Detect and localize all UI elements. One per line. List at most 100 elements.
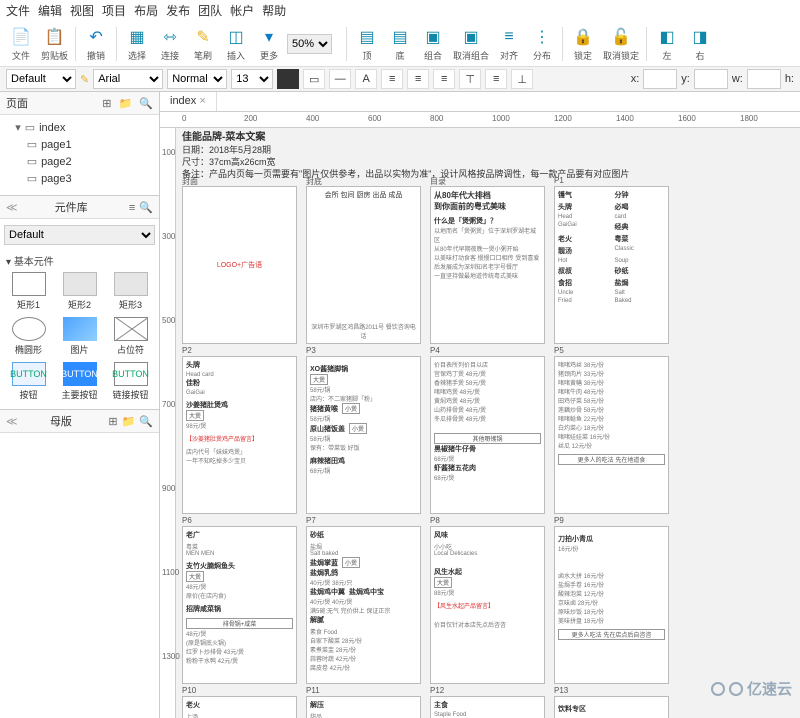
tree-page1[interactable]: ▭ page1 xyxy=(4,136,155,153)
canvas-tab-index[interactable]: index × xyxy=(160,92,217,111)
tree-root[interactable]: ▾▭ index xyxy=(4,119,155,136)
menu-publish[interactable]: 发布 xyxy=(166,2,190,19)
tool-align[interactable]: ≡对齐 xyxy=(494,26,524,62)
wireframe-card[interactable]: 价目表所列价目以店宫保鸡丁煲 48元/煲香辣猪手煲 58元/煲啫啫鸡煲 48元/… xyxy=(430,356,545,514)
align-left-btn[interactable]: ≡ xyxy=(381,69,403,89)
tool-dist[interactable]: ⋮分布 xyxy=(527,26,557,62)
tool-right[interactable]: ◨右 xyxy=(685,26,715,62)
menu-account[interactable]: 帐户 xyxy=(230,2,254,19)
wireframe-card[interactable]: 老广粤菜MEN MEN支竹火腩焖鱼头大煲48元/煲原价(在店内食)招牌咸菜锅排骨… xyxy=(182,526,297,684)
pos-x-input[interactable] xyxy=(643,69,677,89)
paint-icon[interactable]: ✎ xyxy=(80,73,89,86)
border-color-btn[interactable]: ▭ xyxy=(303,69,325,89)
menu-file[interactable]: 文件 xyxy=(6,2,30,19)
tool-more[interactable]: ▾更多 xyxy=(254,26,284,62)
tool-undo[interactable]: ↶撤销 xyxy=(81,26,111,62)
wireframe-card[interactable]: 头牌Head card佳粉GaiGai沙姜猪肚煲鸡大煲98元/煲【沙姜猪肚煲鸡产… xyxy=(182,356,297,514)
pos-y-input[interactable] xyxy=(694,69,728,89)
add-folder-icon[interactable]: 📁 xyxy=(119,98,133,110)
pages-panel-header: 页面 ⊞ 📁 🔍 xyxy=(0,92,159,115)
lib-item[interactable]: BUTTON链接按钮 xyxy=(106,360,155,403)
dock-right-icon: ◨ xyxy=(687,26,713,48)
align-right-btn[interactable]: ≡ xyxy=(433,69,455,89)
wireframe-card[interactable]: 风味小小吃Local Delicacies风生水起大煲88元/煲【风生水起产品留… xyxy=(430,526,545,684)
wireframe-card[interactable]: 从80年代大排档到你面前的粤式美味什么是「煲粥煲」？以地而名「煲粥煲」位于深圳罗… xyxy=(430,186,545,344)
valign-top-btn[interactable]: ⊤ xyxy=(459,69,481,89)
line-color-btn[interactable]: — xyxy=(329,69,351,89)
wireframe-card[interactable]: 砂纸盐焗Salt baked盐焗掌蓝小煲盐焗乳鸽40元/煲 38元/只盐焗鸡中翼… xyxy=(306,526,421,684)
lib-item[interactable]: 椭圆形 xyxy=(4,315,53,358)
tool-bottom[interactable]: ▤底 xyxy=(385,26,415,62)
tree-page3[interactable]: ▭ page3 xyxy=(4,170,155,187)
menu-view[interactable]: 视图 xyxy=(70,2,94,19)
tool-file[interactable]: 📄文件 xyxy=(6,26,36,62)
lib-item[interactable]: 矩形2 xyxy=(55,270,104,313)
folder-icon[interactable]: 📁 xyxy=(122,416,136,428)
tool-top[interactable]: ▤顶 xyxy=(352,26,382,62)
tool-insert[interactable]: ◫插入 xyxy=(221,26,251,62)
menu-help[interactable]: 帮助 xyxy=(262,2,286,19)
tool-left[interactable]: ◧左 xyxy=(652,26,682,62)
weight-select[interactable]: Normal xyxy=(167,69,227,89)
valign-mid-btn[interactable]: ≡ xyxy=(485,69,507,89)
add-master-icon[interactable]: ⊞ xyxy=(108,416,117,428)
pen-icon: ✎ xyxy=(190,26,216,48)
page-icon: ▭ xyxy=(26,155,38,168)
wireframe-card[interactable]: 会所 包间 厨房 出品 成品深圳市罗湖区鸿昌路2011号 餐饮咨询电话 xyxy=(306,186,421,344)
wireframe-card[interactable]: 解压甜品 xyxy=(306,696,421,718)
pos-w-input[interactable] xyxy=(747,69,781,89)
wireframe-card[interactable]: XO酱猪脚锅大煲58元/锅店内：不二家猪脚「粉」猪猪黄喉小煲58元/锅原山猪饭盖… xyxy=(306,356,421,514)
page-icon: ▭ xyxy=(24,121,36,134)
tool-ungroup[interactable]: ▣取消组合 xyxy=(451,26,491,62)
tool-select[interactable]: ▦选择 xyxy=(122,26,152,62)
search-icon[interactable]: 🔍 xyxy=(139,98,153,110)
lib-item[interactable]: 占位符 xyxy=(106,315,155,358)
lib-item-label: 占位符 xyxy=(117,343,144,356)
tree-page2[interactable]: ▭ page2 xyxy=(4,153,155,170)
page-label: P13 xyxy=(554,686,568,695)
menu-edit[interactable]: 编辑 xyxy=(38,2,62,19)
fill-color-btn[interactable] xyxy=(277,69,299,89)
clipboard-icon: 📋 xyxy=(42,26,68,48)
lib-item[interactable]: 矩形1 xyxy=(4,270,53,313)
wireframe-card[interactable]: LOGO+广告语 xyxy=(182,186,297,344)
align-center-btn[interactable]: ≡ xyxy=(407,69,429,89)
close-icon[interactable]: × xyxy=(199,95,205,107)
logo-circle-icon xyxy=(729,682,743,696)
tool-lock[interactable]: 🔒锁定 xyxy=(568,26,598,62)
wireframe-card[interactable]: 啫啫鸡丝 38元/份猪颈肉片 33元/份啫啫黄鳝 38元/份啫啫牛肉 48元/份… xyxy=(554,356,669,514)
lib-item[interactable]: 矩形3 xyxy=(106,270,155,313)
tool-unlock[interactable]: 🔓取消锁定 xyxy=(601,26,641,62)
tool-clipboard[interactable]: 📋剪贴板 xyxy=(39,26,70,62)
style-select[interactable]: Default xyxy=(6,69,76,89)
tool-connect[interactable]: ⇿连接 xyxy=(155,26,185,62)
library-panel: ≪ 元件库 ≡🔍 Default ▾ 基本元件 矩形1矩形2矩形3椭圆形图片占位… xyxy=(0,195,159,409)
wireframe-card[interactable]: 刀拍小青瓜16元/份卤水大拼 16元/份盐焗手卷 16元/份酸辣泡菜 12元/份… xyxy=(554,526,669,684)
lib-item[interactable]: BUTTON主要按钮 xyxy=(55,360,104,403)
size-select[interactable]: 13 xyxy=(231,69,273,89)
zoom-select[interactable]: 50% xyxy=(287,34,332,54)
list-icon[interactable]: ≡ xyxy=(129,202,135,214)
page-label: P10 xyxy=(182,686,196,695)
tool-group-btn[interactable]: ▣组合 xyxy=(418,26,448,62)
wireframe-card[interactable]: 饮料专区 xyxy=(554,696,669,718)
tool-pen[interactable]: ✎笔刷 xyxy=(188,26,218,62)
font-select[interactable]: Arial xyxy=(93,69,163,89)
add-page-icon[interactable]: ⊞ xyxy=(102,98,111,110)
lib-item[interactable]: 图片 xyxy=(55,315,104,358)
canvas-area: index × 02004006008001000120014001600180… xyxy=(160,92,800,718)
wireframe-card[interactable]: 主食Staple Food xyxy=(430,696,545,718)
wireframe-card[interactable]: 老火上汤 xyxy=(182,696,297,718)
undo-icon: ↶ xyxy=(83,26,109,48)
menu-team[interactable]: 团队 xyxy=(198,2,222,19)
menu-project[interactable]: 项目 xyxy=(102,2,126,19)
search-icon[interactable]: 🔍 xyxy=(139,202,153,214)
lib-item[interactable]: BUTTON按钮 xyxy=(4,360,53,403)
work-surface[interactable]: 10030050070090011001300 佳能品牌-菜本文案 日期：201… xyxy=(160,128,800,718)
valign-bot-btn[interactable]: ⊥ xyxy=(511,69,533,89)
search-icon[interactable]: 🔍 xyxy=(139,416,153,428)
library-select[interactable]: Default xyxy=(4,225,155,245)
wireframe-card[interactable]: 镬气分钟头牌必喝HeadcardGaiGai经典老火粤菜靓汤ClassicHot… xyxy=(554,186,669,344)
text-color-btn[interactable]: A xyxy=(355,69,377,89)
menu-layout[interactable]: 布局 xyxy=(134,2,158,19)
